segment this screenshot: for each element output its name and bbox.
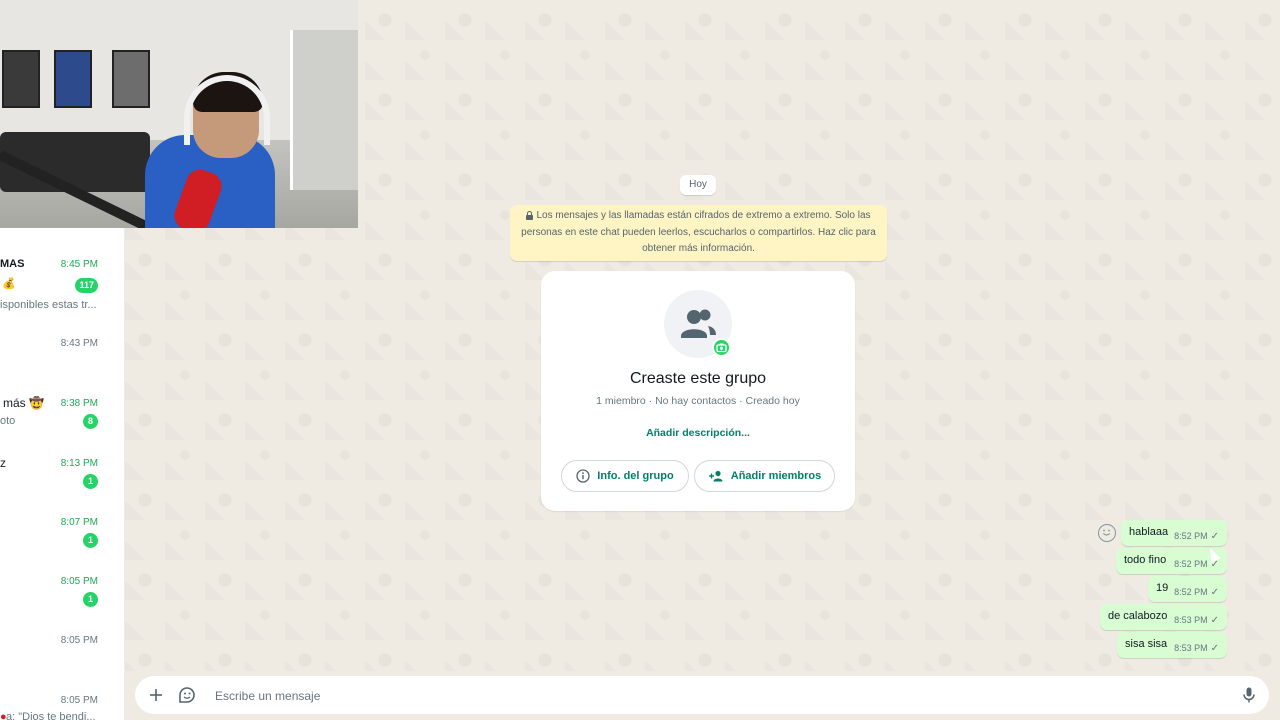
unread-badge: 1 bbox=[83, 474, 98, 489]
webcam-poster bbox=[54, 50, 92, 108]
info-icon bbox=[576, 469, 590, 483]
group-info-label: Info. del grupo bbox=[597, 470, 674, 482]
message-text: 19 bbox=[1156, 582, 1169, 594]
add-description-link[interactable]: Añadir descripción... bbox=[541, 427, 855, 439]
unread-badge: 1 bbox=[83, 592, 98, 607]
encryption-notice-text: Los mensajes y las llamadas están cifrad… bbox=[521, 210, 876, 254]
webcam-overlay bbox=[0, 0, 358, 228]
chat-preview: oto bbox=[0, 415, 16, 427]
chat-time: 8:05 PM bbox=[60, 635, 98, 646]
message-text: todo fino bbox=[1124, 554, 1167, 566]
outgoing-message[interactable]: de calabozo 8:53 PM ✓ bbox=[1100, 604, 1227, 630]
message-text: de calabozo bbox=[1108, 610, 1168, 622]
webcam-door bbox=[290, 30, 358, 190]
chat-time: 8:05 PM bbox=[60, 695, 98, 706]
chat-list-item[interactable]: 8:05 PM 1 bbox=[0, 575, 124, 635]
chat-name: más 🤠 bbox=[3, 396, 44, 410]
chat-list-item[interactable]: 8:07 PM 1 bbox=[0, 516, 124, 576]
outgoing-message[interactable]: 19 8:52 PM ✓ bbox=[1148, 576, 1227, 602]
chat-name: MAS bbox=[0, 258, 25, 270]
group-card-subtitle: 1 miembro · No hay contactos · Creado ho… bbox=[596, 395, 800, 407]
chat-time: 8:13 PM bbox=[60, 458, 98, 469]
unread-badge: 1 bbox=[83, 533, 98, 548]
sticker-icon[interactable] bbox=[177, 685, 197, 705]
message-time: 8:52 PM bbox=[1174, 531, 1208, 541]
webcam-poster bbox=[2, 50, 40, 108]
check-icon: ✓ bbox=[1210, 531, 1219, 542]
plus-glyph bbox=[150, 689, 162, 701]
chat-list: MAS 8:45 PM 💰 117 isponibles estas tr...… bbox=[0, 228, 125, 720]
sticker-glyph bbox=[179, 687, 195, 703]
message-time: 8:52 PM bbox=[1174, 559, 1208, 569]
camera-icon[interactable] bbox=[712, 338, 731, 357]
microphone-glyph bbox=[1243, 687, 1255, 703]
group-info-button[interactable]: Info. del grupo bbox=[561, 460, 689, 492]
message-meta: 8:53 PM ✓ bbox=[1174, 643, 1219, 654]
composer-box bbox=[135, 676, 1269, 714]
message-composer bbox=[125, 671, 1280, 720]
chat-list-item[interactable]: 8:05 PM ● a: "Dios te bendi... bbox=[0, 694, 124, 720]
check-icon: ✓ bbox=[1210, 587, 1219, 598]
chat-list-item[interactable]: z 8:13 PM 1 bbox=[0, 456, 124, 516]
chat-list-item[interactable]: 8:05 PM bbox=[0, 635, 124, 695]
message-time: 8:53 PM bbox=[1174, 615, 1208, 625]
check-icon: ✓ bbox=[1210, 643, 1219, 654]
chat-time: 8:43 PM bbox=[60, 338, 98, 349]
chat-list-item[interactable]: más 🤠 8:38 PM oto 8 bbox=[0, 396, 124, 456]
chat-time: 8:45 PM bbox=[60, 259, 98, 270]
chat-time: 8:07 PM bbox=[60, 517, 98, 528]
message-meta: 8:53 PM ✓ bbox=[1174, 615, 1219, 626]
chat-name: z bbox=[0, 456, 6, 470]
chat-preview-emoji: 💰 bbox=[2, 278, 16, 290]
chat-preview: isponibles estas tr... bbox=[0, 299, 97, 311]
date-separator: Hoy bbox=[680, 175, 716, 195]
add-members-label: Añadir miembros bbox=[730, 470, 822, 482]
chat-list-item[interactable]: MAS 8:45 PM 💰 117 isponibles estas tr... bbox=[0, 258, 124, 318]
lock-icon bbox=[526, 211, 534, 220]
add-members-button[interactable]: Añadir miembros bbox=[694, 460, 835, 492]
emoji-icon[interactable] bbox=[1098, 524, 1116, 542]
outgoing-message[interactable]: hablaaa 8:52 PM ✓ bbox=[1121, 520, 1227, 546]
camera-glyph bbox=[716, 343, 727, 353]
message-text: sisa sisa bbox=[1125, 638, 1168, 650]
chat-time: 8:38 PM bbox=[60, 398, 98, 409]
encryption-notice[interactable]: Los mensajes y las llamadas están cifrad… bbox=[510, 205, 887, 261]
message-input[interactable] bbox=[215, 688, 1215, 704]
message-text: hablaaa bbox=[1129, 526, 1169, 538]
group-created-card: Creaste este grupo 1 miembro · No hay co… bbox=[541, 271, 855, 511]
message-meta: 8:52 PM ✓ bbox=[1174, 531, 1219, 542]
plus-icon[interactable] bbox=[146, 685, 166, 705]
microphone-icon[interactable] bbox=[1239, 685, 1259, 705]
add-person-icon bbox=[708, 470, 723, 482]
message-time: 8:52 PM bbox=[1174, 587, 1208, 597]
webcam-poster bbox=[112, 50, 150, 108]
unread-badge: 117 bbox=[75, 278, 98, 293]
message-meta: 8:52 PM ✓ bbox=[1174, 587, 1219, 598]
outgoing-message[interactable]: sisa sisa 8:53 PM ✓ bbox=[1117, 632, 1227, 658]
group-card-title: Creaste este grupo bbox=[629, 370, 767, 387]
chat-preview: a: "Dios te bendi... bbox=[6, 711, 96, 720]
check-icon: ✓ bbox=[1210, 615, 1219, 626]
emoji-face bbox=[1102, 529, 1111, 536]
unread-badge: 8 bbox=[83, 414, 98, 429]
message-time: 8:53 PM bbox=[1174, 643, 1208, 653]
chat-time: 8:05 PM bbox=[60, 576, 98, 587]
chat-list-item[interactable]: 8:43 PM bbox=[0, 338, 124, 398]
